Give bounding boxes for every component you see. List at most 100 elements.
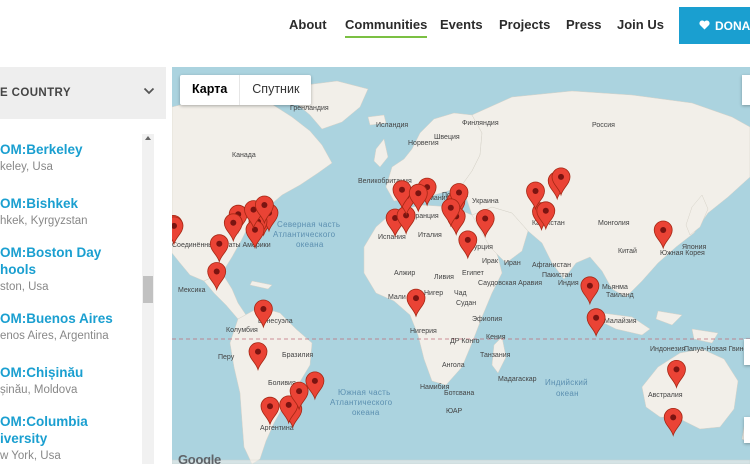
list-item[interactable]: OM:Columbia iversity w York, Usa — [0, 413, 154, 464]
community-location: hkek, Kyrgyzstan — [0, 215, 88, 227]
map-place-label: Индонезия — [650, 346, 686, 353]
community-name[interactable]: OM:Boston Day — [0, 244, 154, 261]
list-item[interactable]: OM:Berkeley keley, Usa — [0, 141, 154, 175]
map-place-label: Гренландия — [290, 105, 329, 112]
community-name[interactable]: OM:Chișinău — [0, 364, 154, 381]
nav-press[interactable]: Press — [566, 17, 601, 32]
list-item[interactable]: OM:Bishkek hkek, Kyrgyzstan — [0, 195, 154, 229]
community-sidebar: E COUNTRY OM:Berkeley keley, Usa OM:Bish… — [0, 67, 166, 464]
ocean-label: Индийский — [545, 378, 588, 387]
map-type-control: Карта Спутник — [180, 75, 312, 105]
country-filter-dropdown[interactable]: E COUNTRY — [0, 67, 166, 119]
map-type-map-button[interactable]: Карта — [180, 75, 239, 105]
map-place-label: Ботсвана — [444, 390, 474, 397]
ocean-label: Атлантического — [273, 230, 336, 239]
map-place-label: Ирак — [482, 258, 499, 265]
nav-events[interactable]: Events — [440, 17, 483, 32]
page: About Communities Events Projects Press … — [0, 0, 750, 464]
donate-label: DONA — [715, 19, 750, 33]
map-place-label: Танзания — [480, 352, 511, 359]
map-place-label: Канада — [232, 152, 256, 159]
map-place-label: Таиланд — [606, 292, 634, 299]
community-name[interactable]: OM:Buenos Aires — [0, 310, 154, 327]
map-place-label: Ангола — [442, 362, 465, 369]
community-location: keley, Usa — [0, 161, 53, 173]
map-marker-pin[interactable] — [663, 408, 683, 437]
map-place-label: Италия — [418, 232, 442, 239]
community-name-continued[interactable]: iversity — [0, 430, 154, 447]
ocean-label: океана — [296, 240, 324, 249]
community-location: șinău, Moldova — [0, 384, 78, 396]
map-place-label: Австралия — [648, 392, 683, 399]
donate-button[interactable]: DONA — [679, 7, 750, 44]
nav-projects[interactable]: Projects — [499, 17, 550, 32]
map-type-satellite-button[interactable]: Спутник — [240, 75, 311, 105]
map-place-label: Судан — [456, 300, 476, 307]
list-item[interactable]: OM:Buenos Aires enos Aires, Argentina — [0, 310, 154, 344]
heart-icon — [699, 19, 710, 33]
map-place-label: Монголия — [598, 220, 630, 227]
map-place-label: Мадагаскар — [498, 376, 537, 383]
map-place-label: Финляндия — [462, 120, 499, 127]
map-place-label: Мексика — [178, 287, 206, 294]
list-scrollbar[interactable] — [142, 134, 154, 464]
top-navigation: About Communities Events Projects Press … — [0, 0, 750, 52]
map-marker-pin[interactable] — [580, 276, 600, 306]
ocean-label: океан — [556, 389, 579, 398]
community-name-continued[interactable]: hools — [0, 261, 154, 278]
map-place-label: Кения — [486, 334, 506, 341]
community-location: w York, Usa — [0, 450, 61, 462]
community-list: OM:Berkeley keley, Usa OM:Bishkek hkek, … — [0, 132, 154, 464]
country-filter-label: E COUNTRY — [0, 87, 71, 99]
map-place-label: Южная Корея — [660, 250, 705, 257]
scroll-up-arrow-icon[interactable] — [145, 136, 151, 140]
list-item[interactable]: OM:Boston Day hools ston, Usa — [0, 244, 154, 295]
map-place-label: Малайзия — [604, 317, 637, 325]
map-place-label: Чад — [454, 290, 467, 297]
map-land — [172, 80, 750, 464]
map-place-label: Папуа-Новая Гвинея — [684, 346, 750, 353]
map-place-label: Исландия — [376, 122, 408, 129]
map-place-label: Украина — [472, 198, 499, 205]
map-place-label: Эфиопия — [472, 316, 502, 323]
map-place-label: Мьянма — [602, 284, 628, 291]
nav-communities[interactable]: Communities — [345, 17, 428, 38]
community-name[interactable]: OM:Berkeley — [0, 141, 154, 158]
map-place-label: Саудовская Аравия — [478, 280, 542, 287]
map-place-label: Россия — [592, 122, 615, 129]
world-map[interactable]: Гренландия Исландия Швеция Финляндия Норвеги… — [172, 67, 750, 464]
community-location: enos Aires, Argentina — [0, 330, 109, 342]
ocean-label: океана — [352, 408, 380, 417]
map-place-label: ЮАР — [446, 408, 463, 415]
map-place-label: Аргентина — [260, 425, 294, 432]
map-marker-pin[interactable] — [586, 308, 606, 338]
map-place-label: Нигер — [424, 290, 443, 297]
ocean-label: Южная часть — [338, 388, 391, 397]
map-place-label: Перу — [218, 354, 235, 361]
map-place-label: Колумбия — [226, 326, 258, 334]
map-place-label: Алжир — [394, 270, 415, 277]
community-name[interactable]: OM:Columbia — [0, 413, 154, 430]
map-place-label: Мали — [388, 294, 406, 301]
fullscreen-button[interactable] — [742, 75, 750, 105]
map-place-label: ДР Конго — [450, 338, 480, 345]
nav-join-us[interactable]: Join Us — [617, 17, 664, 32]
map-place-label: Норвегия — [408, 140, 439, 147]
map-side-control[interactable] — [744, 417, 750, 443]
chevron-down-icon — [143, 87, 155, 95]
map-canvas[interactable]: ГренландияИсландияШвецияФинляндияНорвеги… — [172, 67, 750, 464]
community-name[interactable]: OM:Bishkek — [0, 195, 154, 212]
nav-about[interactable]: About — [289, 17, 327, 32]
scrollbar-thumb[interactable] — [143, 276, 153, 303]
google-logo: Google — [178, 452, 221, 464]
map-place-label: Афганистан — [532, 262, 571, 269]
ocean-label: Северная часть — [277, 220, 340, 229]
map-place-label: Ливия — [434, 274, 454, 281]
map-marker-pin[interactable] — [305, 371, 325, 401]
community-location: ston, Usa — [0, 281, 49, 293]
list-item[interactable]: OM:Chișinău șinău, Moldova — [0, 364, 154, 398]
map-place-label: Испания — [378, 234, 406, 241]
map-place-label: Бразилия — [282, 352, 313, 359]
map-place-label: Египет — [462, 270, 485, 277]
map-side-control[interactable] — [744, 339, 750, 365]
